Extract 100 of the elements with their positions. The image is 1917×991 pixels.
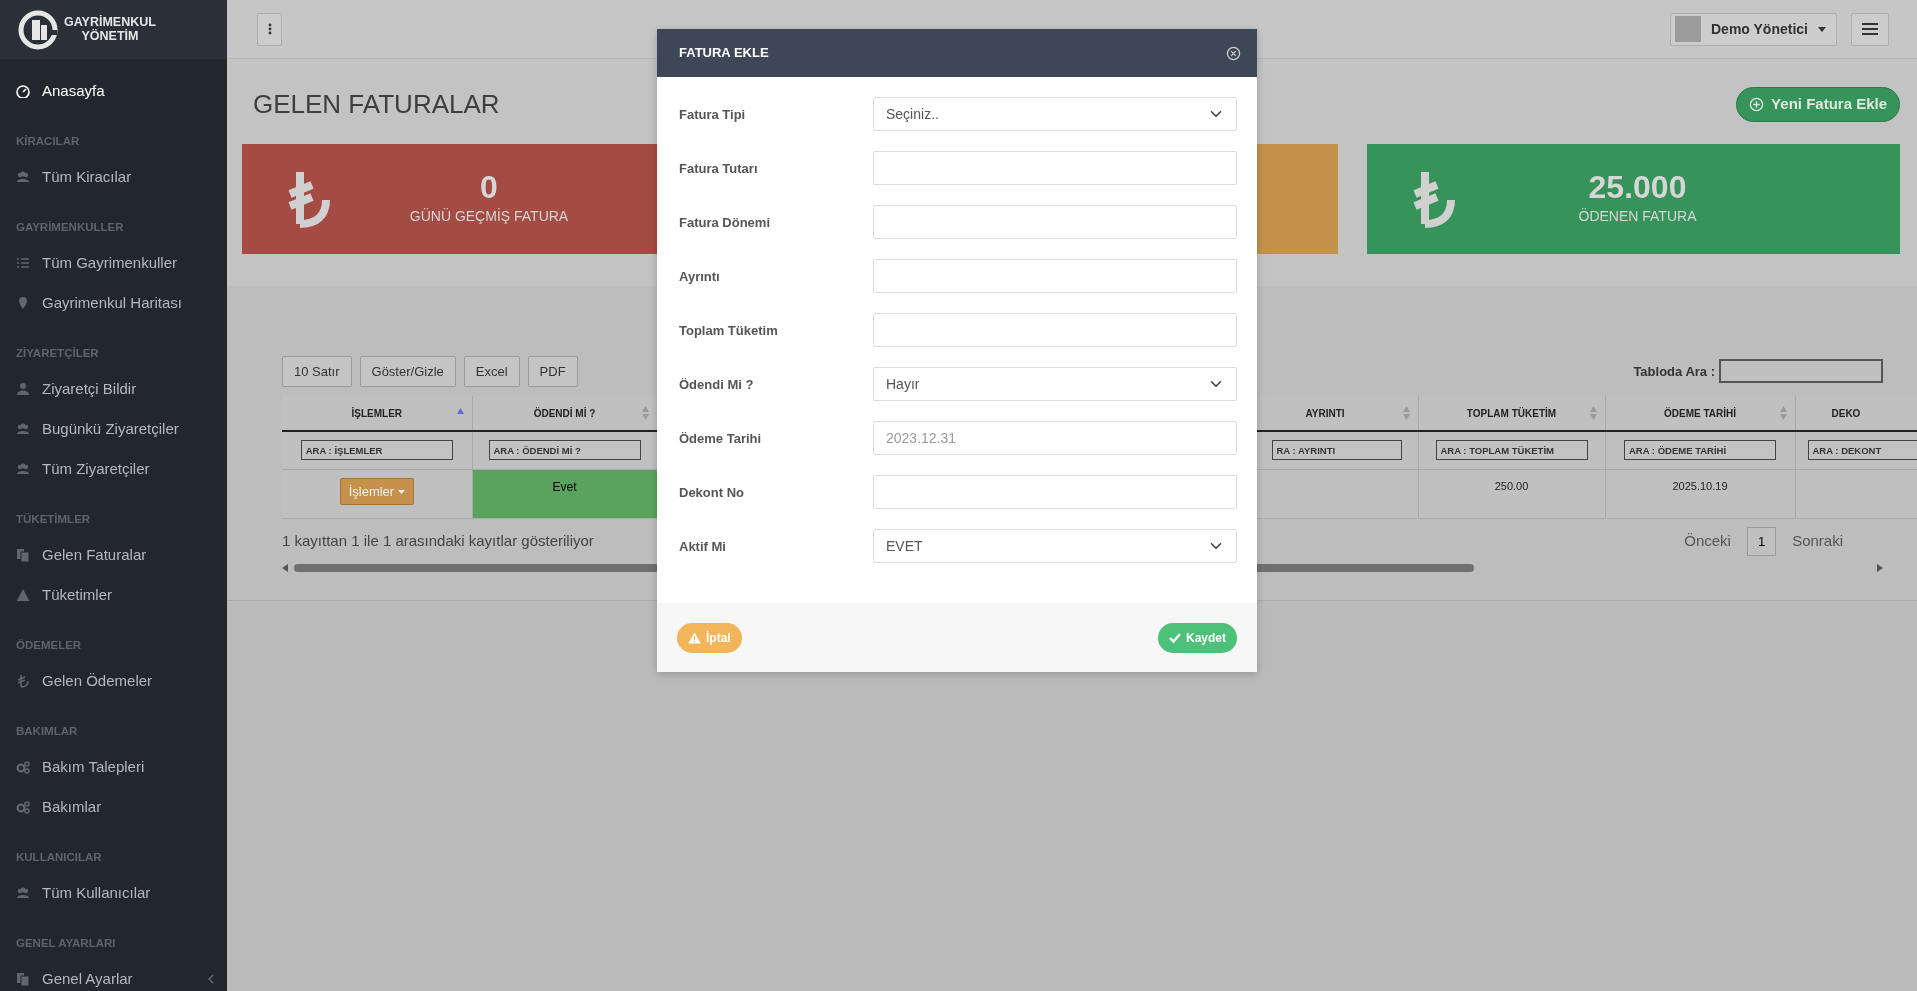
filter-field[interactable]: ARA : TOPLAM TÜKETİM xyxy=(1435,440,1588,461)
sidebar-item[interactable]: Ziyaretçi Bildir xyxy=(0,369,227,409)
select-field[interactable]: EVET xyxy=(873,529,1237,563)
search-label: Tabloda Ara : xyxy=(1633,362,1715,381)
filter-field[interactable]: ARA : ÖDEME TARİHİ xyxy=(1624,440,1776,461)
sidebar-item[interactable]: Tüketimler xyxy=(0,575,227,615)
scroll-right-icon[interactable] xyxy=(1877,564,1883,572)
input-field[interactable] xyxy=(873,151,1237,185)
cogs-icon xyxy=(16,800,30,814)
gauge-icon xyxy=(16,84,30,98)
input-field[interactable] xyxy=(873,475,1237,509)
column-header[interactable]: DEKO xyxy=(1795,396,1917,431)
users-icon xyxy=(16,886,30,900)
input-field[interactable] xyxy=(873,205,1237,239)
sidebar-item[interactable]: Tüm Gayrimenkuller xyxy=(0,243,227,283)
sidebar-item[interactable]: Bugünkü Ziyaretçiler xyxy=(0,409,227,449)
field-label: Toplam Tüketim xyxy=(678,322,779,340)
page-button[interactable]: 1 xyxy=(1746,526,1777,556)
field-label: Dekont No xyxy=(678,484,745,502)
next-page-link[interactable]: Sonraki xyxy=(1792,530,1843,553)
field-label: Ayrıntı xyxy=(678,268,721,286)
filter-field[interactable]: ARA : DEKONT xyxy=(1807,440,1917,461)
input-field[interactable]: 2023.12.31 xyxy=(873,421,1237,455)
input-field[interactable] xyxy=(873,313,1237,347)
stat-label: ÖDENEN FATURA xyxy=(1577,206,1698,226)
select-field[interactable]: Seçiniz.. xyxy=(873,97,1237,131)
field-label: Fatura Dönemi xyxy=(678,214,771,232)
sidebar-section-heading: BAKIMLAR xyxy=(15,724,79,740)
field-label: Aktif Mi xyxy=(678,538,727,556)
plus-circle-icon xyxy=(1749,96,1765,112)
logo-icon xyxy=(18,9,58,50)
menu-button[interactable] xyxy=(1851,12,1889,46)
field-label: Fatura Tipi xyxy=(678,106,747,124)
filter-field[interactable]: ARA : İŞLEMLER xyxy=(300,440,453,461)
stat-value: 25.000 xyxy=(1587,170,1688,206)
stat-label: GÜNÜ GEÇMİŞ FATURA xyxy=(408,206,570,226)
sidebar-item[interactable]: Gelen Ödemeler xyxy=(0,661,227,701)
lira-icon xyxy=(1411,169,1455,228)
documents-icon xyxy=(16,548,30,562)
field-label: Fatura Tutarı xyxy=(678,160,759,178)
table-info: 1 kayıttan 1 ile 1 arasındaki kayıtlar gösteriliyor xyxy=(282,531,594,551)
filter-field[interactable]: ARA : ÖDENDİ Mİ ? xyxy=(488,440,641,461)
lira-icon xyxy=(286,169,330,228)
table-toolbar-button[interactable]: PDF xyxy=(527,355,578,387)
sidebar-section-heading: ZİYARETÇİLER xyxy=(15,346,100,362)
list-icon xyxy=(16,256,30,270)
sidebar-item[interactable]: Tüm Kullanıcılar xyxy=(0,873,227,913)
sidebar-item[interactable]: Gayrimenkul Haritası xyxy=(0,283,227,323)
sidebar-section-heading: GAYRİMENKULLER xyxy=(15,220,125,236)
table-cell: 250.00 xyxy=(1418,469,1605,518)
dialog-title: FATURA EKLE xyxy=(679,44,769,63)
sidebar-item[interactable]: Anasayfa xyxy=(0,71,227,111)
check-icon xyxy=(1169,632,1181,643)
column-header[interactable]: ÖDEME TARİHİ xyxy=(1605,396,1795,431)
menu-icon xyxy=(1862,23,1878,35)
users-icon xyxy=(16,422,30,436)
users-icon xyxy=(16,462,30,476)
column-header[interactable]: ÖDENDİ Mİ ? xyxy=(472,396,657,431)
select-field[interactable]: Hayır xyxy=(873,367,1237,401)
sidebar-item[interactable]: Tüm Kiracılar xyxy=(0,157,227,197)
sidebar-section-heading: KİRACILAR xyxy=(15,134,81,150)
sidebar-section-heading: GENEL AYARLARI xyxy=(15,936,117,952)
lira-icon xyxy=(16,674,30,688)
caret-icon xyxy=(397,490,405,495)
table-toolbar-button[interactable]: Göster/Gizle xyxy=(359,355,456,387)
users-icon xyxy=(16,170,30,184)
sidebar-section-heading: KULLANICILAR xyxy=(15,850,103,866)
sidebar-item[interactable]: Bakımlar xyxy=(0,787,227,827)
sidebar-item[interactable]: Genel Ayarlar xyxy=(0,959,227,991)
status-label: Evet xyxy=(551,478,578,496)
close-icon[interactable] xyxy=(1226,45,1241,61)
sidebar-item[interactable]: Bakım Talepleri xyxy=(0,747,227,787)
sidebar-section-heading: ÖDEMELER xyxy=(15,638,83,654)
column-header[interactable]: TOPLAM TÜKETİM xyxy=(1418,396,1605,431)
column-header[interactable]: İŞLEMLER xyxy=(282,396,472,431)
user-menu-button[interactable]: Demo Yönetici xyxy=(1670,12,1837,46)
documents-icon xyxy=(16,972,30,986)
sidebar-item[interactable]: Gelen Faturalar xyxy=(0,535,227,575)
input-field[interactable] xyxy=(873,259,1237,293)
caret-icon xyxy=(1818,26,1826,32)
table-toolbar-button[interactable]: 10 Satır xyxy=(282,355,352,387)
warning-icon xyxy=(688,631,701,644)
stat-value: 0 xyxy=(479,170,499,206)
page-title: GELEN FATURALAR xyxy=(253,88,500,120)
table-toolbar-button[interactable]: Excel xyxy=(463,355,520,387)
more-icon xyxy=(267,23,272,35)
user-icon xyxy=(16,382,30,396)
cogs-icon xyxy=(16,760,30,774)
warning-icon xyxy=(16,588,30,602)
field-label: Ödendi Mi ? xyxy=(678,376,755,394)
sidebar-item[interactable]: Tüm Ziyaretçiler xyxy=(0,449,227,489)
sidebar-section-heading: TÜKETİMLER xyxy=(15,512,92,528)
field-label: Ödeme Tarihi xyxy=(678,430,763,448)
map-pin-icon xyxy=(16,296,30,310)
filter-field[interactable]: RA : AYRINTI xyxy=(1271,440,1402,461)
scroll-left-icon[interactable] xyxy=(282,564,288,572)
search-field[interactable] xyxy=(1719,359,1883,384)
previous-page-link[interactable]: Önceki xyxy=(1684,530,1731,553)
table-cell: 2025.10.19 xyxy=(1605,469,1795,518)
logo-text: YÖNETİM xyxy=(80,29,140,44)
